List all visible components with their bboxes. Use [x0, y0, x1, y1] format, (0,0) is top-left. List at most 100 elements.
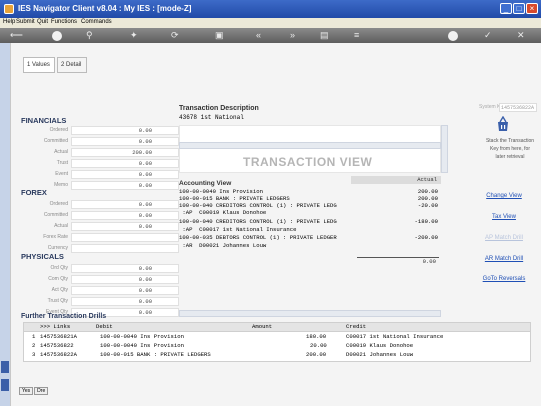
- stack-text-line: later retrieval: [495, 154, 525, 160]
- drills-header-debit: Debit: [96, 323, 113, 330]
- settings-icon[interactable]: ✦: [130, 30, 138, 41]
- field-label: Actual: [54, 223, 68, 229]
- menu-help[interactable]: Help: [3, 19, 15, 25]
- user-icon[interactable]: [448, 31, 458, 41]
- field-label: Ord Qty: [50, 265, 68, 271]
- transaction-view-watermark: TRANSACTION VIEW: [243, 155, 373, 169]
- check-icon[interactable]: ✓: [484, 30, 492, 41]
- row-credit: C00019 Klaus Donohoe: [346, 342, 414, 349]
- row-credit: C00017 1st National Insurance: [346, 333, 444, 340]
- field-value: 0.00: [71, 181, 179, 190]
- row-amount: 20.00: [310, 342, 327, 349]
- accounting-scrollbar[interactable]: [179, 310, 441, 317]
- bottom-bar: Yes Dre: [19, 387, 49, 395]
- ar-match-drill-link[interactable]: AR Match Drill: [473, 256, 535, 262]
- refresh-icon[interactable]: ⟳: [171, 30, 179, 41]
- physicals-title: PHYSICALS: [21, 252, 64, 261]
- dre-button[interactable]: Dre: [34, 387, 49, 395]
- list-icon[interactable]: ≡: [354, 30, 359, 41]
- clipboard-icon[interactable]: ▤: [320, 30, 329, 41]
- accounting-row-text: 100-00-040 CREDITORS CONTROL (1) : PRIVA…: [179, 218, 337, 225]
- accounting-row-amount: -180.00: [414, 218, 439, 225]
- field-label: Event: [55, 171, 68, 177]
- field-value: 0.00: [71, 137, 179, 146]
- row-number: 1: [32, 333, 36, 340]
- search-icon[interactable]: ⚲: [86, 30, 93, 41]
- field-label: Trust: [56, 160, 68, 166]
- field-value: 200.00: [71, 148, 179, 157]
- accounting-row: 100-00-040 CREDITORS CONTROL (1) : PRIVA…: [179, 218, 441, 226]
- row-link[interactable]: 1457536822: [40, 342, 74, 350]
- description-scrollbar[interactable]: [179, 142, 441, 149]
- field-value: [71, 244, 179, 253]
- tab-values[interactable]: 1 Values: [23, 57, 55, 73]
- drills-header-links: >>> Links: [40, 323, 71, 330]
- accounting-row-text: :AR D00021 Johannes Louw: [179, 242, 267, 249]
- forward-icon[interactable]: »: [290, 30, 295, 41]
- tab-detail[interactable]: 2 Detail: [57, 57, 87, 73]
- menu-bar: Help Submit Quit Functions Commands: [0, 18, 541, 28]
- menu-submit[interactable]: Submit: [16, 19, 35, 25]
- menu-commands[interactable]: Commands: [81, 19, 112, 25]
- row-debit: 100-00-0040 Ins Provision: [100, 342, 184, 349]
- minimize-button[interactable]: _: [500, 3, 512, 14]
- row-number: 2: [32, 342, 36, 349]
- field-value: [71, 233, 179, 242]
- accounting-row: 100-00-035 DEBTORS CONTROL (1) : PRIVATE…: [179, 234, 441, 242]
- accounting-row: :AR D00021 Johannes Louw: [179, 242, 441, 250]
- ap-match-drill-link[interactable]: AP Match Drill: [473, 235, 535, 241]
- drills-header-row: >>> Links Debit Amount Credit: [24, 323, 530, 332]
- accounting-total: 0.00: [357, 257, 439, 266]
- field-label: Committed: [43, 138, 68, 144]
- row-number: 3: [32, 351, 36, 358]
- back-arrow-icon[interactable]: ⟵: [10, 30, 23, 41]
- left-strip: [0, 43, 10, 406]
- drills-table: >>> Links Debit Amount Credit 1 14575368…: [23, 322, 531, 362]
- field-value: 0.00: [71, 159, 179, 168]
- lock-icon[interactable]: ▣: [215, 30, 224, 41]
- field-label: Trust Qty: [47, 298, 68, 304]
- menu-quit[interactable]: Quit: [37, 19, 48, 25]
- row-link[interactable]: 1457536821A: [40, 333, 77, 341]
- field-value: 0.00: [71, 297, 179, 306]
- accounting-row-text: 100-00-0040 Ins Provision: [179, 188, 263, 195]
- cancel-icon[interactable]: ✕: [517, 30, 525, 41]
- yes-button[interactable]: Yes: [19, 387, 34, 395]
- drills-header-amount: Amount: [252, 323, 273, 330]
- field-value: 0.00: [71, 170, 179, 179]
- table-row[interactable]: 2 1457536822 100-00-0040 Ins Provision 2…: [24, 342, 530, 351]
- rewind-icon[interactable]: «: [256, 30, 261, 41]
- accounting-view-title: Accounting View: [179, 180, 232, 187]
- field-label: Com Qty: [48, 276, 68, 282]
- field-value: 0.00: [71, 275, 179, 284]
- accounting-row-text: 100-00-040 CREDITORS CONTROL (1) : PRIVA…: [179, 202, 337, 209]
- row-credit: D00021 Johannes Louw: [346, 351, 414, 358]
- app-icon: [4, 4, 14, 14]
- field-value: 0.00: [71, 286, 179, 295]
- row-amount: 180.00: [306, 333, 327, 340]
- goto-reversals-link[interactable]: GoTo Reversals: [473, 276, 535, 282]
- accounting-actual-header: Actual: [351, 176, 441, 184]
- left-strip-marker: [1, 379, 9, 391]
- menu-functions[interactable]: Functions: [51, 19, 77, 25]
- table-row[interactable]: 3 1457536822A 100-00-015 BANK : PRIVATE …: [24, 351, 530, 360]
- stack-transaction-icon[interactable]: [495, 115, 511, 132]
- field-label: Ordered: [49, 201, 68, 207]
- field-label: Currency: [47, 245, 68, 251]
- field-value: 0.00: [71, 211, 179, 220]
- close-button[interactable]: ×: [526, 3, 538, 14]
- change-view-link[interactable]: Change View: [473, 193, 535, 199]
- accounting-row-text: 100-00-035 DEBTORS CONTROL (1) : PRIVATE…: [179, 234, 337, 241]
- main-panel: 1 Values 2 Detail FINANCIALS Ordered 0.0…: [10, 43, 541, 406]
- maximize-button[interactable]: □: [513, 3, 525, 14]
- description-vscrollbar[interactable]: [441, 125, 448, 173]
- row-link[interactable]: 1457536822A: [40, 351, 77, 359]
- row-amount: 200.00: [306, 351, 327, 358]
- tax-view-link[interactable]: Tax View: [473, 214, 535, 220]
- row-debit: 100-00-0040 Ins Provision: [100, 333, 184, 340]
- table-row[interactable]: 1 1457536821A 100-00-0040 Ins Provision …: [24, 333, 530, 342]
- field-value: 0.00: [71, 200, 179, 209]
- field-label: Ordered: [49, 127, 68, 133]
- help-icon[interactable]: [52, 31, 62, 41]
- field-value: 0.00: [71, 264, 179, 273]
